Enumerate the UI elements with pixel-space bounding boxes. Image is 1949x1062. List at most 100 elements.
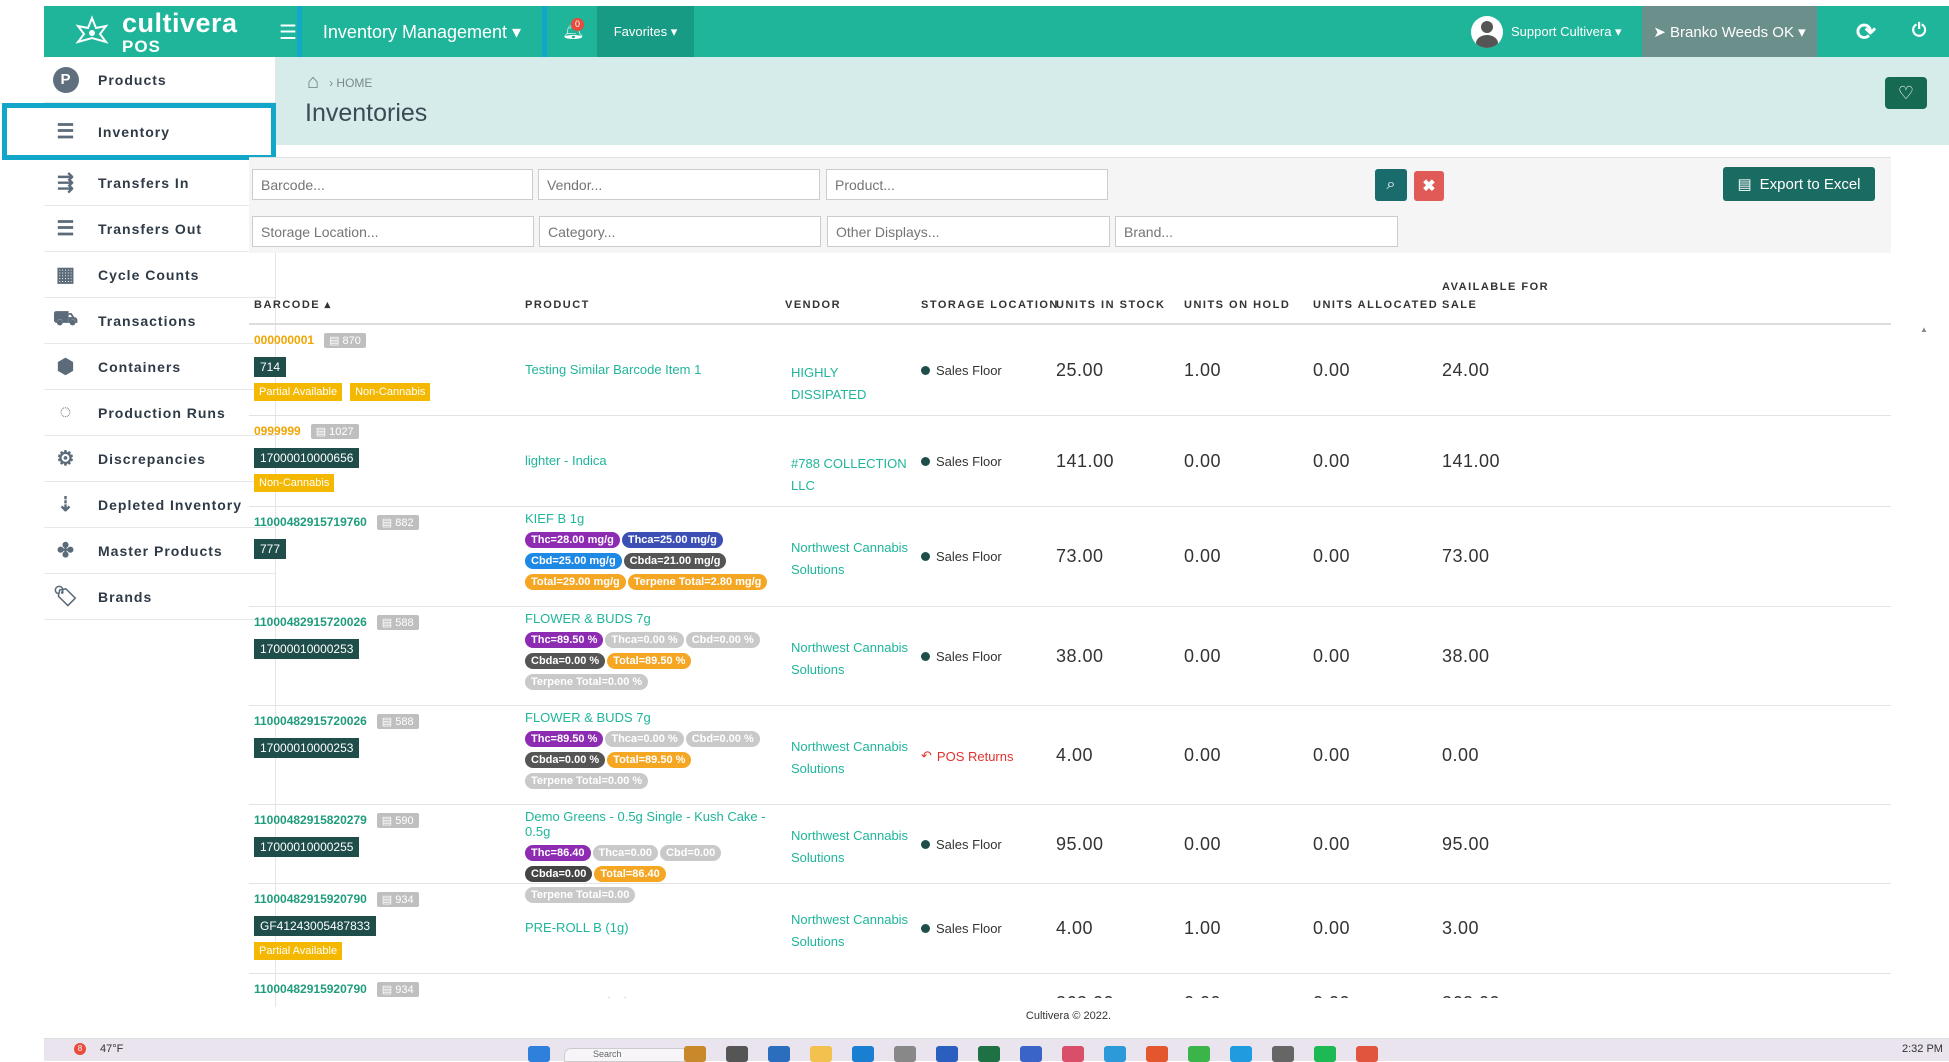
sidebar-item-transfers-in[interactable]: ⇶ Transfers In xyxy=(44,160,275,206)
excel-app-icon[interactable] xyxy=(978,1046,1000,1062)
vendor-link[interactable]: Northwest Cannabis Solutions xyxy=(791,825,916,869)
zoom-app-icon[interactable] xyxy=(936,1046,958,1062)
product-link[interactable]: Testing Similar Barcode Item 1 xyxy=(525,362,780,377)
vendor-link[interactable]: Northwest Cannabis Solutions xyxy=(791,736,916,780)
product-link[interactable]: Demo Greens - 0.5g Single - Kush Cake - … xyxy=(525,809,780,839)
column-header-product[interactable]: PRODUCT xyxy=(525,296,590,314)
sidebar-item-cycle-counts[interactable]: ▦ Cycle Counts xyxy=(44,252,275,298)
favorite-heart-button[interactable]: ♡ xyxy=(1885,77,1927,109)
sidebar-item-transactions[interactable]: ⛟ Transactions xyxy=(44,298,275,344)
scroll-up-arrow-icon[interactable]: ▲ xyxy=(1920,325,1928,334)
vendor-link[interactable]: HIGHLY DISSIPATED xyxy=(791,362,916,406)
hamburger-menu-icon[interactable]: ☰ xyxy=(279,20,297,45)
column-header-vendor[interactable]: VENDOR xyxy=(785,296,841,314)
sidebar-item-inventory[interactable]: ☰ Inventory xyxy=(2,103,276,160)
table-row[interactable]: 000000001 ▤ 870 714 Partial Available Non-Ca… xyxy=(249,325,1891,416)
sidebar-item-brands[interactable]: 🏷︎ Brands xyxy=(44,574,275,620)
spotify-app-icon[interactable] xyxy=(1314,1046,1336,1062)
home-icon[interactable]: ⌂ xyxy=(307,71,319,94)
breadcrumb-home[interactable]: › HOME xyxy=(329,76,372,90)
column-header-units-in-stock[interactable]: UNITS IN STOCK xyxy=(1056,296,1165,314)
barcode-link[interactable]: 11000482915720026 xyxy=(254,615,367,629)
clear-filter-button[interactable]: ✖ xyxy=(1414,171,1444,201)
available-for-sale: 24.00 xyxy=(1442,360,1490,380)
table-row[interactable]: 11000482915720026 ▤ 588 17000010000253 FLOW… xyxy=(249,706,1891,805)
barcode-cell: 0999999 ▤ 1027 17000010000656 Non-Cannabis xyxy=(254,424,514,492)
barcode-link[interactable]: 11000482915720026 xyxy=(254,714,367,728)
export-excel-button[interactable]: ▤ Export to Excel xyxy=(1723,167,1875,201)
search-button[interactable]: ⌕ xyxy=(1375,169,1407,201)
power-icon[interactable]: ⏻ xyxy=(1912,20,1926,41)
filter-bar: ⌕ ✖ ▤ Export to Excel xyxy=(249,157,1891,253)
sidebar-item-production-runs[interactable]: ◌ Production Runs xyxy=(44,390,275,436)
sidebar-item-discrepancies[interactable]: ⚙ Discrepancies xyxy=(44,436,275,482)
brand-filter-input[interactable] xyxy=(1115,216,1398,247)
sidebar-item-depleted-inventory[interactable]: ⇣ Depleted Inventory xyxy=(44,482,275,528)
location-dropdown[interactable]: ➤ Branko Weeds OK ▾ xyxy=(1642,6,1817,57)
barcode-link[interactable]: 000000001 xyxy=(254,333,314,347)
barcode-link[interactable]: 0999999 xyxy=(254,424,301,438)
table-row[interactable]: 11000482915920790 ▤ 934 PRE-ROLL B (1g) Nor… xyxy=(249,974,1891,998)
table-row[interactable]: 0999999 ▤ 1027 17000010000656 Non-Cannabis l… xyxy=(249,416,1891,507)
brave-app-icon[interactable] xyxy=(1146,1046,1168,1062)
product-link[interactable]: KIEF B 1g xyxy=(525,511,780,526)
barcode-link[interactable]: 11000482915820279 xyxy=(254,813,367,827)
table-row[interactable]: 11000482915820279 ▤ 590 17000010000255 Demo… xyxy=(249,805,1891,903)
product-filter-input[interactable] xyxy=(826,169,1108,200)
weather-widget[interactable]: 8 47°F xyxy=(74,1043,123,1055)
weather-badge: 8 xyxy=(74,1043,86,1055)
vendor-filter-input[interactable] xyxy=(538,169,820,200)
mail-app-icon[interactable] xyxy=(768,1046,790,1062)
table-row[interactable]: 11000482915920790 ▤ 934 GF41243005487833 Pa… xyxy=(249,884,1891,974)
taskbar-clock[interactable]: 2:32 PM xyxy=(1902,1043,1943,1055)
sidebar-item-products[interactable]: P Products xyxy=(44,57,275,103)
vendor-link[interactable]: Northwest Cannabis xyxy=(791,995,916,998)
column-header-units-allocated[interactable]: UNITS ALLOCATED xyxy=(1313,296,1438,314)
column-header-barcode[interactable]: BARCODE ▴ xyxy=(254,296,332,314)
sidebar-item-master-products[interactable]: ✤ Master Products xyxy=(44,528,275,574)
photos-app-icon[interactable] xyxy=(1062,1046,1084,1062)
storage-location-label: Sales Floor xyxy=(936,454,1002,469)
vendor-link[interactable]: Northwest Cannabis Solutions xyxy=(791,909,916,953)
favorites-dropdown[interactable]: Favorites ▾ xyxy=(597,6,694,57)
word-app-icon[interactable] xyxy=(1020,1046,1042,1062)
table-row[interactable]: 11000482915719760 ▤ 882 777 KIEF B 1g Thc=28… xyxy=(249,507,1891,607)
chrome-app-icon[interactable] xyxy=(1188,1046,1210,1062)
product-link[interactable]: PRE-ROLL B (1g) xyxy=(525,920,780,935)
telegram-app-icon[interactable] xyxy=(1230,1046,1252,1062)
taskbar-search[interactable]: Search xyxy=(564,1048,694,1062)
table-row[interactable]: 11000482915720026 ▤ 588 17000010000253 FLOW… xyxy=(249,607,1891,706)
product-link[interactable]: FLOWER & BUDS 7g xyxy=(525,710,780,725)
teams-app-icon[interactable] xyxy=(1104,1046,1126,1062)
folder-app-icon[interactable] xyxy=(810,1046,832,1062)
column-header-units-on-hold[interactable]: UNITS ON HOLD xyxy=(1184,296,1290,314)
user-menu[interactable]: Support Cultivera ▾ xyxy=(1471,15,1622,49)
product-link[interactable]: FLOWER & BUDS 7g xyxy=(525,611,780,626)
barcode-link[interactable]: 11000482915920790 xyxy=(254,982,367,996)
module-dropdown[interactable]: Inventory Management ▾ xyxy=(297,6,547,64)
sidebar-item-containers[interactable]: ⬢ Containers xyxy=(44,344,275,390)
category-filter-input[interactable] xyxy=(539,216,821,247)
edge-app-icon[interactable] xyxy=(852,1046,874,1062)
other-displays-filter-input[interactable] xyxy=(827,216,1110,247)
vendor-link[interactable]: #788 COLLECTION LLC xyxy=(791,453,916,497)
briefcase-app-icon[interactable] xyxy=(684,1046,706,1062)
storage-location-filter-input[interactable] xyxy=(252,216,534,247)
sidebar-item-transfers-out[interactable]: ☰ Transfers Out xyxy=(44,206,275,252)
brand-logo[interactable]: cultivera POS xyxy=(74,9,238,55)
snip-app-icon[interactable] xyxy=(1272,1046,1294,1062)
product-link[interactable]: lighter - Indica xyxy=(525,453,780,468)
barcode-link[interactable]: 11000482915719760 xyxy=(254,515,367,529)
windows-start-icon[interactable] xyxy=(528,1046,550,1062)
barcode-link[interactable]: 11000482915920790 xyxy=(254,892,367,906)
barcode-filter-input[interactable] xyxy=(252,169,533,200)
column-header-storage-location[interactable]: STORAGE LOCATION xyxy=(921,296,1059,314)
refresh-icon[interactable]: ⟳ xyxy=(1856,18,1876,47)
terminal-app-icon[interactable] xyxy=(726,1046,748,1062)
calculator-app-icon[interactable] xyxy=(894,1046,916,1062)
column-header-available-for-sale[interactable]: AVAILABLE FOR SALE xyxy=(1442,278,1552,314)
chrome-alt-app-icon[interactable] xyxy=(1356,1046,1378,1062)
product-link[interactable]: PRE-ROLL B (1g) xyxy=(525,995,780,998)
vendor-link[interactable]: Northwest Cannabis Solutions xyxy=(791,637,916,681)
vendor-link[interactable]: Northwest Cannabis Solutions xyxy=(791,537,916,581)
